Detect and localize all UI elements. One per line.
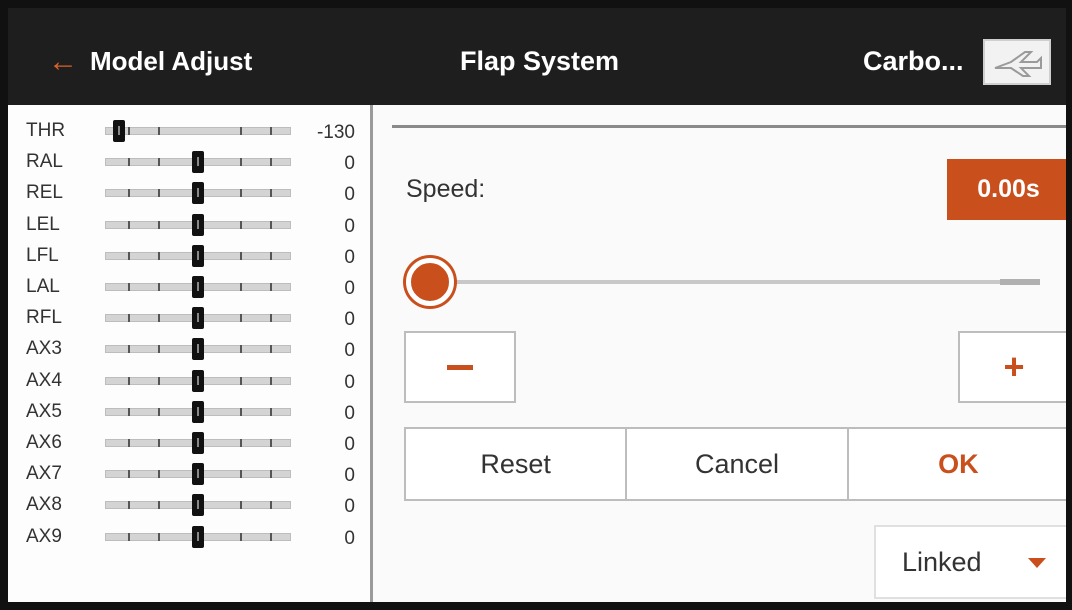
channel-bar-thumb (192, 494, 204, 517)
channel-bar-thumb (192, 338, 204, 361)
decrement-button[interactable] (404, 331, 516, 403)
speed-slider-track-end (1000, 279, 1040, 285)
back-arrow-icon: ← (48, 44, 78, 78)
channel-label: AX3 (26, 338, 62, 360)
channel-row: RAL 0 (8, 148, 373, 174)
channel-bar-thumb (192, 244, 204, 267)
channel-value: 0 (344, 309, 355, 331)
channel-label: LAL (26, 276, 60, 297)
channel-row: AX5 0 (8, 398, 373, 424)
channel-bar-thumb (192, 307, 204, 330)
channel-value: 0 (344, 215, 355, 237)
channel-label: AX7 (26, 463, 62, 485)
channel-bar-thumb (192, 525, 204, 548)
channel-bar-thumb (192, 213, 204, 236)
channel-bar-thumb (192, 182, 204, 205)
channel-value: 0 (344, 402, 355, 424)
back-button[interactable]: ← Model Adjust (48, 46, 252, 77)
app-frame: ← Model Adjust Flap System Carbo... THR -… (0, 0, 1072, 610)
page-title: Flap System (460, 46, 620, 76)
channel-label: RFL (26, 307, 62, 329)
channel-row: LEL 0 (8, 211, 373, 237)
channel-value: -130 (316, 122, 355, 143)
increment-button[interactable]: + (958, 331, 1066, 403)
channel-bar-thumb (192, 369, 204, 392)
channel-row: AX3 0 (8, 335, 373, 361)
mode-dropdown-value: Linked (902, 546, 982, 577)
speed-value-button[interactable]: 0.00s (947, 159, 1066, 220)
header-bar: ← Model Adjust Flap System Carbo... (8, 8, 1066, 105)
ok-button[interactable]: OK (848, 427, 1066, 501)
speed-label: Speed: (406, 175, 486, 203)
channel-label: LEL (26, 213, 60, 235)
channel-bar-thumb (192, 276, 204, 298)
minus-icon (447, 364, 473, 370)
plus-icon: + (1003, 346, 1025, 387)
channel-value: 0 (344, 246, 355, 268)
channel-label: REL (26, 182, 63, 204)
channel-value: 0 (344, 465, 355, 487)
channel-bar (105, 127, 291, 135)
channel-label: AX4 (26, 369, 62, 391)
channel-row: LFL 0 (8, 242, 373, 268)
channel-value: 0 (344, 496, 355, 518)
channel-label: AX5 (26, 400, 62, 422)
model-name[interactable]: Carbo... (863, 46, 964, 77)
channel-value: 0 (344, 371, 355, 393)
reset-button[interactable]: Reset (404, 427, 628, 501)
channel-label: AX8 (26, 494, 62, 516)
channel-row: LAL 0 (8, 273, 373, 299)
channel-label: AX6 (26, 432, 62, 453)
channel-label: AX9 (26, 525, 62, 547)
channel-bar-thumb (192, 463, 204, 486)
speed-slider-track[interactable] (436, 280, 1040, 284)
mode-dropdown[interactable]: Linked (874, 525, 1066, 599)
channel-label: LFL (26, 244, 59, 266)
channel-value: 0 (344, 340, 355, 362)
divider (392, 125, 1066, 128)
action-buttons: Reset Cancel OK (404, 427, 1066, 501)
channel-bar-thumb (192, 400, 204, 423)
back-label: Model Adjust (90, 46, 253, 76)
channel-bar-thumb (113, 120, 125, 142)
flap-system-panel: Speed: 0.00s + Reset Cancel OK Linked (376, 105, 1066, 602)
channel-row: AX7 0 (8, 460, 373, 486)
channel-bar-thumb (192, 151, 204, 174)
channel-label: THR (26, 120, 66, 141)
channel-value: 0 (344, 527, 355, 549)
channel-row: AX4 0 (8, 367, 373, 393)
channel-value: 0 (344, 184, 355, 206)
channel-value: 0 (344, 278, 355, 299)
channel-monitor: THR -130 RAL 0 REL 0 LEL 0 LFL 0 LAL 0 RFL 0 AX3 0 AX4 0 A… (8, 105, 373, 602)
channel-row: REL 0 (8, 179, 373, 205)
speed-slider-thumb[interactable] (406, 258, 454, 306)
channel-row: AX6 0 (8, 429, 373, 455)
channel-row: AX8 0 (8, 491, 373, 517)
channel-row: RFL 0 (8, 304, 373, 330)
channel-row: AX9 0 (8, 523, 373, 549)
channel-label: RAL (26, 151, 63, 173)
channel-bar-thumb (192, 432, 204, 454)
airplane-icon[interactable] (983, 39, 1051, 85)
channel-row: THR -130 (8, 117, 373, 143)
cancel-button[interactable]: Cancel (627, 427, 849, 501)
channel-value: 0 (344, 153, 355, 175)
caret-down-icon (1028, 558, 1046, 568)
channel-value: 0 (344, 434, 355, 455)
